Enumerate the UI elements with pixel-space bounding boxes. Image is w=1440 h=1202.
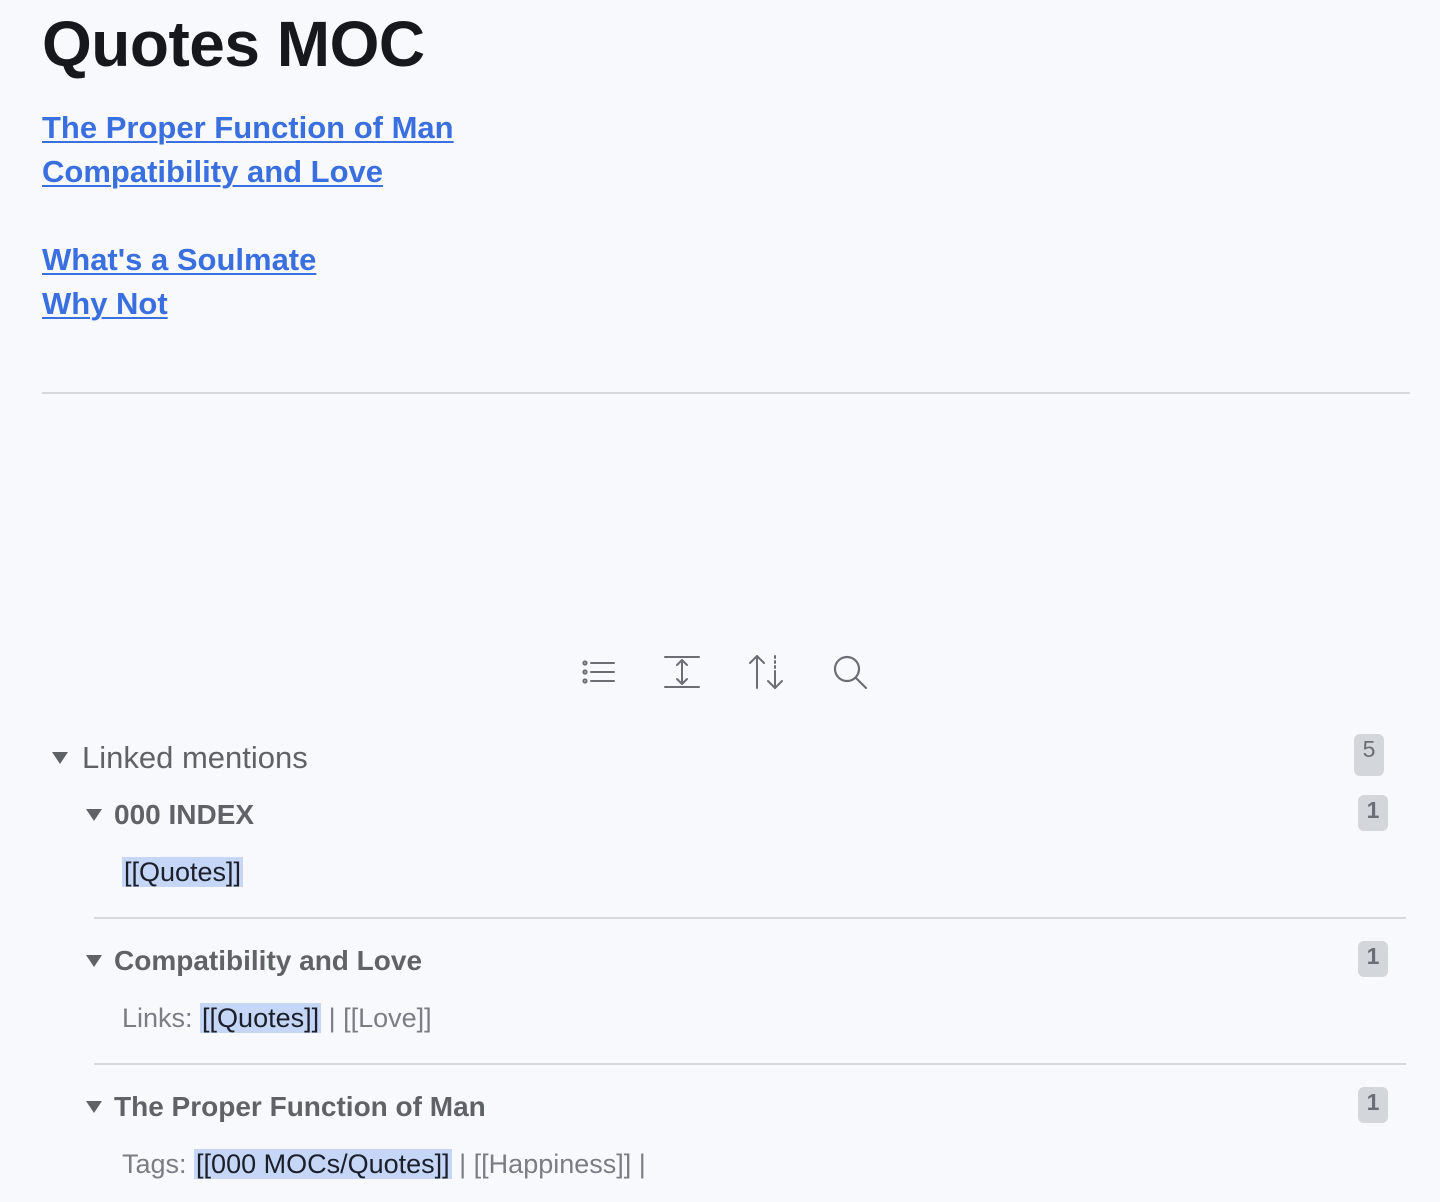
show-search-filter-button[interactable] [830, 650, 870, 694]
collapse-caret-icon[interactable] [86, 809, 102, 821]
snippet-suffix: | [[Love]] [321, 1003, 432, 1033]
horizontal-rule [42, 392, 1410, 394]
backlink-file-name[interactable]: The Proper Function of Man [114, 1091, 486, 1123]
snippet-highlight: [[Quotes]] [200, 1003, 322, 1033]
collapse-caret-icon[interactable] [52, 752, 68, 764]
note-link-proper-function[interactable]: The Proper Function of Man [42, 108, 454, 148]
page-title: Quotes MOC [42, 8, 425, 80]
divider [94, 1063, 1406, 1065]
note-link-why-not[interactable]: Why Not [42, 284, 168, 324]
linked-mentions-title: Linked mentions [82, 740, 308, 775]
snippet-highlight: [[Quotes]] [122, 857, 244, 887]
collapse-results-button[interactable] [578, 650, 618, 694]
backlink-snippet[interactable]: Tags: [[000 MOCs/Quotes]] | [[Happiness]… [122, 1146, 646, 1182]
backlink-match-count: 1 [1358, 795, 1388, 831]
note-link-soulmate[interactable]: What's a Soulmate [42, 240, 316, 280]
backlink-file-name[interactable]: Compatibility and Love [114, 945, 422, 977]
backlink-file-name[interactable]: 000 INDEX [114, 799, 254, 831]
search-icon [833, 655, 868, 690]
note-link-compatibility[interactable]: Compatibility and Love [42, 152, 383, 192]
change-sort-order-button[interactable] [746, 650, 786, 694]
backlink-file-compatibility[interactable]: Compatibility and Love [86, 941, 422, 981]
snippet-suffix: | [[Happiness]] | [451, 1149, 646, 1179]
snippet-prefix: Tags: [122, 1149, 195, 1179]
backlink-snippet[interactable]: Links: [[Quotes]] | [[Love]] [122, 1000, 432, 1036]
list-icon [582, 660, 615, 684]
expand-icon [664, 656, 700, 688]
divider [94, 917, 1406, 919]
backlink-file-proper-function[interactable]: The Proper Function of Man [86, 1087, 486, 1127]
collapse-caret-icon[interactable] [86, 955, 102, 967]
backlink-match-count: 1 [1358, 1087, 1388, 1123]
linked-mentions-count: 5 [1354, 734, 1384, 776]
linked-mentions-header[interactable]: Linked mentions [52, 736, 308, 780]
sort-icon [749, 655, 783, 689]
backlink-snippet[interactable]: [[Quotes]] [122, 854, 244, 890]
snippet-prefix: Links: [122, 1003, 201, 1033]
show-more-context-button[interactable] [662, 650, 702, 694]
snippet-highlight: [[000 MOCs/Quotes]] [194, 1149, 452, 1179]
backlink-file-000-index[interactable]: 000 INDEX [86, 795, 254, 835]
collapse-caret-icon[interactable] [86, 1101, 102, 1113]
note-view: Quotes MOC The Proper Function of Man Co… [0, 0, 1440, 1202]
backlink-match-count: 1 [1358, 941, 1388, 977]
